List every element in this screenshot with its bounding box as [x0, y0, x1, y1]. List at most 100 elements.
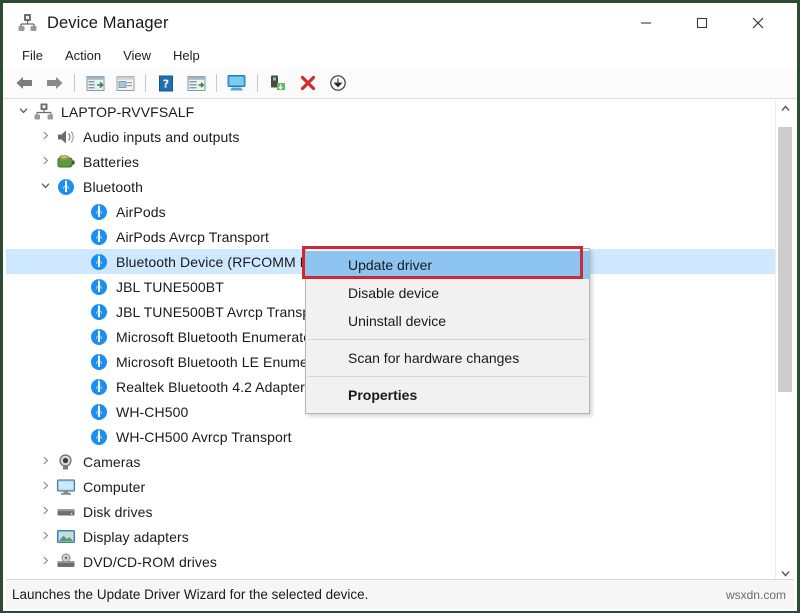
tree-row-label: Microsoft Bluetooth Enumerator: [116, 328, 316, 345]
dvd-drive-icon: [56, 553, 76, 571]
chevron-down-icon[interactable]: [16, 107, 30, 116]
bluetooth-icon: ᛦ: [89, 227, 109, 246]
chevron-right-icon[interactable]: [38, 531, 52, 542]
menu-help[interactable]: Help: [164, 45, 209, 66]
tree-row-label: JBL TUNE500BT: [116, 278, 224, 295]
tree-row-label: Bluetooth: [83, 178, 144, 195]
context-menu-separator: [308, 339, 587, 340]
forward-icon[interactable]: [41, 71, 67, 95]
tree-row-label: WH-CH500: [116, 403, 189, 420]
toolbar: ?: [3, 68, 797, 99]
bluetooth-icon: ᛦ: [89, 202, 109, 221]
battery-icon: [56, 153, 76, 171]
tree-row-label: Cameras: [83, 453, 141, 470]
show-details-icon[interactable]: [183, 71, 209, 95]
chevron-down-icon[interactable]: [38, 182, 52, 191]
tree-row-label: AirPods: [116, 203, 166, 220]
uninstall-device-icon[interactable]: [295, 71, 321, 95]
scroll-up-arrow-icon[interactable]: [776, 99, 794, 117]
tree-row[interactable]: Disk drives: [6, 499, 781, 524]
status-message: Launches the Update Driver Wizard for th…: [12, 587, 369, 602]
tree-row-label: Computer: [83, 478, 146, 495]
chevron-right-icon[interactable]: [38, 156, 52, 167]
tree-row-label: WH-CH500 Avrcp Transport: [116, 428, 292, 445]
tree-row[interactable]: LAPTOP-RVVFSALF: [6, 99, 781, 124]
window-title: Device Manager: [47, 13, 169, 32]
bluetooth-icon: ᛦ: [89, 402, 109, 421]
tree-row-label: Display adapters: [83, 528, 189, 545]
bluetooth-icon: ᛦ: [89, 377, 109, 396]
context-menu-separator: [308, 376, 587, 377]
bluetooth-icon: ᛦ: [56, 177, 76, 196]
context-menu-item[interactable]: Update driver: [306, 251, 589, 279]
tree-row-label: Microsoft Bluetooth LE Enumerator: [116, 353, 338, 370]
tree-row[interactable]: ᛦ Bluetooth: [6, 174, 781, 199]
chevron-right-icon[interactable]: [38, 506, 52, 517]
disk-drive-icon: [56, 503, 76, 521]
show-hide-console-tree-icon[interactable]: [82, 71, 108, 95]
tree-row-label: Disk drives: [83, 503, 153, 520]
display-adapter-icon: [56, 528, 76, 546]
tree-row[interactable]: ᛦ WH-CH500 Avrcp Transport: [6, 424, 781, 449]
menu-action[interactable]: Action: [56, 45, 110, 66]
toolbar-separator: [257, 74, 258, 92]
menu-bar: File Action View Help: [3, 43, 797, 69]
update-driver-icon[interactable]: [265, 71, 291, 95]
menu-file[interactable]: File: [13, 45, 52, 66]
tree-row[interactable]: Display adapters: [6, 524, 781, 549]
context-menu-item[interactable]: Properties: [306, 381, 589, 409]
context-menu-item-label: Disable device: [348, 285, 440, 301]
chevron-right-icon[interactable]: [38, 456, 52, 467]
disable-device-icon[interactable]: [325, 71, 351, 95]
computer-root-icon: [34, 103, 54, 121]
monitor-icon: [56, 478, 76, 496]
bluetooth-icon: ᛦ: [89, 352, 109, 371]
tree-row[interactable]: Computer: [6, 474, 781, 499]
bluetooth-icon: ᛦ: [89, 277, 109, 296]
toolbar-separator: [145, 74, 146, 92]
minimize-button[interactable]: [623, 3, 669, 43]
context-menu-item-label: Scan for hardware changes: [348, 350, 520, 366]
tree-row-label: AirPods Avrcp Transport: [116, 228, 269, 245]
bluetooth-icon: ᛦ: [89, 302, 109, 321]
menu-view[interactable]: View: [114, 45, 160, 66]
device-manager-icon: [17, 13, 37, 33]
tree-row-label: LAPTOP-RVVFSALF: [61, 103, 195, 120]
tree-row[interactable]: Audio inputs and outputs: [6, 124, 781, 149]
chevron-right-icon[interactable]: [38, 556, 52, 567]
maximize-button[interactable]: [679, 3, 725, 43]
watermark-label: wsxdn.com: [725, 587, 786, 602]
close-button[interactable]: [735, 3, 781, 43]
bluetooth-icon: ᛦ: [89, 252, 109, 271]
context-menu-item[interactable]: Uninstall device: [306, 307, 589, 335]
chevron-right-icon[interactable]: [38, 131, 52, 142]
tree-row[interactable]: ᛦ AirPods Avrcp Transport: [6, 224, 781, 249]
back-icon[interactable]: [11, 71, 37, 95]
context-menu-item[interactable]: Scan for hardware changes: [306, 344, 589, 372]
tree-row[interactable]: ᛦ AirPods: [6, 199, 781, 224]
context-menu-item-label: Update driver: [348, 257, 433, 273]
tree-row[interactable]: DVD/CD-ROM drives: [6, 549, 781, 574]
context-menu-item-label: Properties: [348, 387, 418, 403]
tree-row[interactable]: Batteries: [6, 149, 781, 174]
scrollbar-thumb[interactable]: [778, 127, 792, 392]
tree-row-label: Realtek Bluetooth 4.2 Adapter: [116, 378, 305, 395]
help-icon[interactable]: ?: [153, 71, 179, 95]
chevron-right-icon[interactable]: [38, 481, 52, 492]
device-manager-window: Device Manager File Action View Help ? L…: [0, 0, 800, 613]
camera-icon: [56, 453, 76, 471]
tree-row-label: DVD/CD-ROM drives: [83, 553, 217, 570]
bluetooth-icon: ᛦ: [89, 327, 109, 346]
vertical-scrollbar[interactable]: [775, 99, 794, 582]
properties-icon[interactable]: [112, 71, 138, 95]
context-menu-item-label: Uninstall device: [348, 313, 447, 329]
context-menu-item[interactable]: Disable device: [306, 279, 589, 307]
bluetooth-icon: ᛦ: [89, 427, 109, 446]
toolbar-separator: [216, 74, 217, 92]
tree-row[interactable]: Cameras: [6, 449, 781, 474]
scan-hardware-changes-icon[interactable]: [224, 71, 250, 95]
tree-row-label: Batteries: [83, 153, 140, 170]
device-context-menu[interactable]: Update driver Disable device Uninstall dev…: [305, 248, 590, 414]
speaker-icon: [56, 128, 76, 146]
status-bar: Launches the Update Driver Wizard for th…: [6, 579, 794, 609]
